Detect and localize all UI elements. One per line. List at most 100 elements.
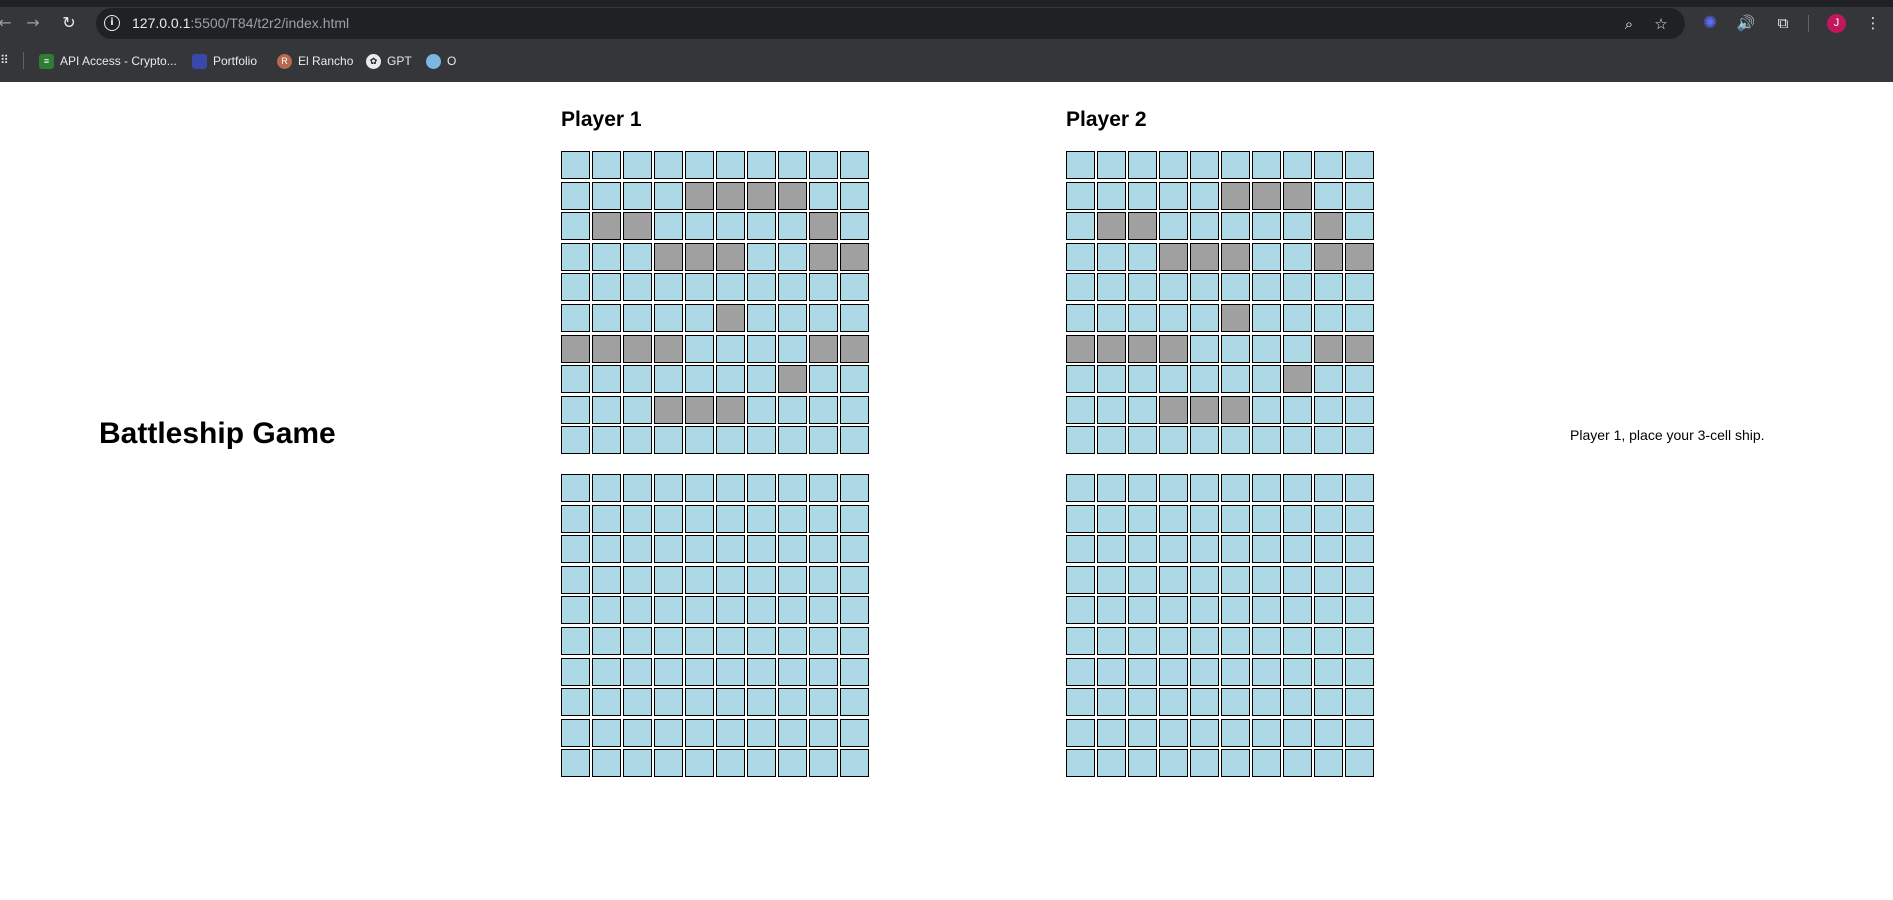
water-cell[interactable]	[1314, 749, 1343, 778]
ship-cell[interactable]	[685, 242, 714, 271]
water-cell[interactable]	[716, 334, 745, 363]
ship-cell[interactable]	[1283, 365, 1312, 394]
water-cell[interactable]	[623, 151, 652, 179]
water-cell[interactable]	[778, 718, 807, 747]
ship-cell[interactable]	[623, 212, 652, 241]
water-cell[interactable]	[840, 657, 869, 686]
back-button[interactable]: ←	[0, 12, 16, 34]
water-cell[interactable]	[840, 395, 869, 424]
water-cell[interactable]	[1283, 749, 1312, 778]
water-cell[interactable]	[1066, 151, 1095, 179]
water-cell[interactable]	[1159, 181, 1188, 210]
ship-cell[interactable]	[778, 365, 807, 394]
water-cell[interactable]	[1252, 426, 1281, 455]
reload-button[interactable]: ↻	[58, 12, 80, 34]
water-cell[interactable]	[1190, 334, 1219, 363]
water-cell[interactable]	[1314, 426, 1343, 455]
water-cell[interactable]	[623, 504, 652, 533]
water-cell[interactable]	[778, 395, 807, 424]
water-cell[interactable]	[1221, 596, 1250, 625]
water-cell[interactable]	[1345, 504, 1374, 533]
water-cell[interactable]	[592, 151, 621, 179]
water-cell[interactable]	[654, 303, 683, 332]
water-cell[interactable]	[561, 565, 590, 594]
water-cell[interactable]	[561, 212, 590, 241]
water-cell[interactable]	[1097, 151, 1126, 179]
water-cell[interactable]	[778, 749, 807, 778]
water-cell[interactable]	[1066, 718, 1095, 747]
water-cell[interactable]	[1345, 151, 1374, 179]
ship-cell[interactable]	[1128, 334, 1157, 363]
water-cell[interactable]	[1314, 181, 1343, 210]
water-cell[interactable]	[1221, 151, 1250, 179]
water-cell[interactable]	[1345, 565, 1374, 594]
water-cell[interactable]	[1097, 688, 1126, 717]
water-cell[interactable]	[1221, 657, 1250, 686]
ship-cell[interactable]	[623, 334, 652, 363]
water-cell[interactable]	[747, 395, 776, 424]
water-cell[interactable]	[1345, 212, 1374, 241]
water-cell[interactable]	[1345, 426, 1374, 455]
water-cell[interactable]	[592, 181, 621, 210]
water-cell[interactable]	[1283, 395, 1312, 424]
water-cell[interactable]	[685, 212, 714, 241]
water-cell[interactable]	[747, 365, 776, 394]
water-cell[interactable]	[716, 365, 745, 394]
water-cell[interactable]	[654, 151, 683, 179]
water-cell[interactable]	[685, 365, 714, 394]
water-cell[interactable]	[1159, 657, 1188, 686]
water-cell[interactable]	[747, 474, 776, 502]
water-cell[interactable]	[1159, 365, 1188, 394]
water-cell[interactable]	[623, 426, 652, 455]
site-info-icon[interactable]: i	[104, 15, 120, 31]
water-cell[interactable]	[623, 596, 652, 625]
ship-cell[interactable]	[716, 395, 745, 424]
water-cell[interactable]	[1221, 212, 1250, 241]
water-cell[interactable]	[809, 535, 838, 564]
water-cell[interactable]	[1283, 565, 1312, 594]
water-cell[interactable]	[840, 365, 869, 394]
water-cell[interactable]	[1128, 151, 1157, 179]
water-cell[interactable]	[747, 151, 776, 179]
water-cell[interactable]	[1190, 626, 1219, 655]
water-cell[interactable]	[1097, 426, 1126, 455]
water-cell[interactable]	[1128, 395, 1157, 424]
ship-cell[interactable]	[809, 212, 838, 241]
water-cell[interactable]	[623, 718, 652, 747]
water-cell[interactable]	[1283, 212, 1312, 241]
water-cell[interactable]	[809, 426, 838, 455]
water-cell[interactable]	[1252, 395, 1281, 424]
water-cell[interactable]	[778, 242, 807, 271]
water-cell[interactable]	[592, 657, 621, 686]
water-cell[interactable]	[778, 303, 807, 332]
water-cell[interactable]	[623, 395, 652, 424]
water-cell[interactable]	[1252, 565, 1281, 594]
water-cell[interactable]	[685, 273, 714, 302]
water-cell[interactable]	[809, 303, 838, 332]
ship-cell[interactable]	[1221, 303, 1250, 332]
water-cell[interactable]	[1283, 657, 1312, 686]
water-cell[interactable]	[809, 688, 838, 717]
water-cell[interactable]	[1252, 718, 1281, 747]
ship-cell[interactable]	[1159, 334, 1188, 363]
water-cell[interactable]	[592, 242, 621, 271]
water-cell[interactable]	[1221, 426, 1250, 455]
water-cell[interactable]	[1252, 273, 1281, 302]
water-cell[interactable]	[747, 749, 776, 778]
water-cell[interactable]	[1128, 426, 1157, 455]
water-cell[interactable]	[840, 749, 869, 778]
water-cell[interactable]	[1283, 596, 1312, 625]
water-cell[interactable]	[561, 426, 590, 455]
ship-cell[interactable]	[1314, 212, 1343, 241]
water-cell[interactable]	[809, 181, 838, 210]
water-cell[interactable]	[1190, 365, 1219, 394]
water-cell[interactable]	[654, 657, 683, 686]
water-cell[interactable]	[654, 749, 683, 778]
water-cell[interactable]	[1128, 688, 1157, 717]
water-cell[interactable]	[1190, 151, 1219, 179]
water-cell[interactable]	[716, 596, 745, 625]
water-cell[interactable]	[592, 596, 621, 625]
water-cell[interactable]	[561, 303, 590, 332]
water-cell[interactable]	[747, 242, 776, 271]
water-cell[interactable]	[778, 212, 807, 241]
